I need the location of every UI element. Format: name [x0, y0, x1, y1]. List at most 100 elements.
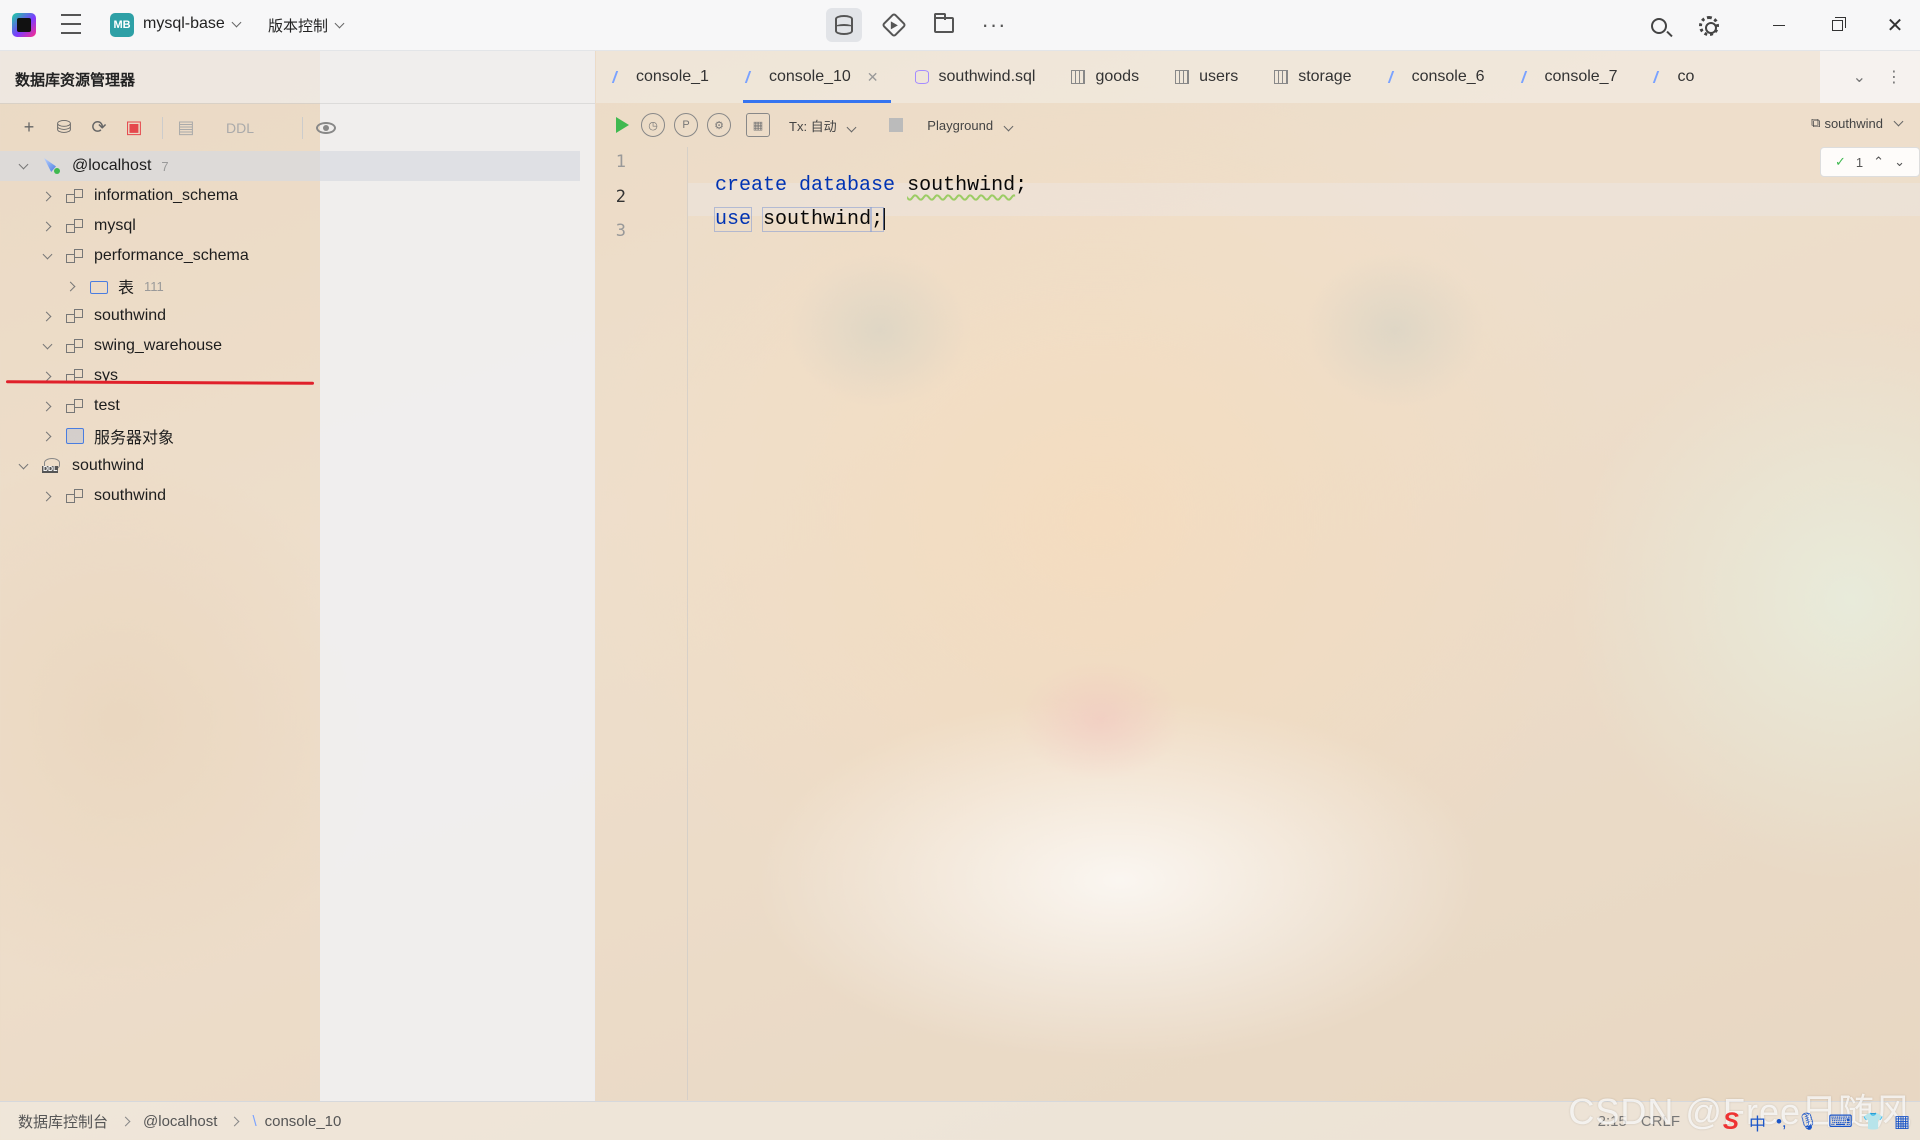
schema-selector[interactable]: ⧉ southwind [1811, 115, 1904, 131]
datasource-props-icon[interactable]: ⛁ [49, 113, 79, 143]
chevron-right-icon[interactable] [66, 281, 76, 291]
punctuation-icon[interactable]: •, [1776, 1112, 1787, 1132]
tree-node-label: southwind [94, 307, 167, 324]
chevron-right-icon[interactable] [42, 191, 52, 201]
tab-list-chevron-icon[interactable]: ⌄ [1853, 67, 1866, 87]
tab-users[interactable]: users [1161, 51, 1260, 103]
search-icon[interactable] [1634, 0, 1684, 51]
tree-node-localhost[interactable]: @localhost 7 [0, 151, 580, 181]
history-icon[interactable]: ◷ [641, 113, 665, 137]
schema-icon [66, 308, 84, 324]
keyboard-icon[interactable]: ⌨ [1828, 1112, 1853, 1132]
pin-icon[interactable]: P [674, 113, 698, 137]
inspection-widget[interactable]: ✓ 1 ⌃ ⌄ [1820, 147, 1920, 177]
folder-icon[interactable] [926, 8, 962, 42]
tree-node-southwind-ddl[interactable]: southwind [0, 451, 595, 481]
tab-console-1[interactable]: console_1 [596, 51, 731, 103]
chevron-right-icon[interactable] [42, 221, 52, 231]
chevron-right-icon[interactable] [42, 401, 52, 411]
next-highlight-icon[interactable]: ⌄ [1894, 154, 1905, 170]
skin-icon[interactable]: 👕 [1863, 1112, 1884, 1132]
tab-more-icon[interactable]: ⋮ [1886, 67, 1902, 87]
tab-label: users [1199, 68, 1239, 85]
previous-highlight-icon[interactable]: ⌃ [1873, 154, 1884, 170]
app-logo-icon[interactable] [12, 13, 36, 37]
chevron-down-icon[interactable] [42, 251, 52, 261]
main-menu-icon[interactable] [60, 14, 82, 34]
execute-icon[interactable] [616, 117, 629, 133]
microphone-icon[interactable]: 🎙 [1797, 1112, 1819, 1132]
close-icon[interactable]: ✕ [1870, 0, 1920, 51]
tree-node-sys[interactable]: sys [0, 361, 595, 391]
tab-console-6[interactable]: console_6 [1374, 51, 1507, 103]
chevron-down-icon[interactable] [18, 461, 28, 471]
tree-node-southwind-schema[interactable]: southwind [0, 481, 595, 511]
tx-mode-label: Tx: 自动 [789, 118, 837, 134]
tree-node-mysql[interactable]: mysql [0, 211, 595, 241]
breadcrumb-item[interactable]: 数据库控制台 [18, 1111, 108, 1132]
breadcrumb-item[interactable]: @localhost [143, 1113, 217, 1130]
results-table-icon[interactable]: ▦ [746, 113, 770, 137]
tx-mode-dropdown[interactable]: Tx: 自动 [789, 116, 857, 135]
stop-icon[interactable] [889, 118, 904, 132]
tree-node-label: test [94, 397, 120, 414]
breadcrumb-item[interactable]: console_10 [265, 1113, 342, 1130]
tree-node-server-objects[interactable]: 服务器对象 [0, 421, 595, 451]
refresh-icon[interactable]: ⟳ [84, 113, 114, 143]
chevron-down-icon [231, 17, 242, 27]
project-switcher[interactable]: mysql-base [143, 15, 242, 33]
ime-toolbar[interactable]: S 中 •, 🎙 ⌨ 👕 ▦ [1723, 1108, 1910, 1136]
schema-icon [66, 488, 84, 504]
tree-node-swing-warehouse[interactable]: swing_warehouse [0, 331, 595, 361]
table-icon [1175, 70, 1190, 84]
table-icon [1071, 70, 1086, 84]
chevron-down-icon[interactable] [18, 161, 28, 171]
tab-label: console_10 [768, 68, 851, 85]
tree-node-southwind[interactable]: southwind [0, 301, 595, 331]
tab-overflow[interactable]: co [1639, 51, 1716, 103]
identifier: southwind [762, 207, 873, 233]
console-icon[interactable]: ▤ [171, 113, 201, 143]
gear-icon[interactable] [1684, 0, 1734, 51]
panel-title: 数据库资源管理器 [15, 72, 136, 89]
project-badge[interactable]: MB [110, 13, 134, 37]
minimize-icon[interactable] [1754, 0, 1804, 51]
restore-icon[interactable] [1812, 0, 1862, 51]
view-options-icon[interactable] [311, 113, 341, 143]
tab-storage[interactable]: storage [1260, 51, 1373, 103]
run-config-icon[interactable] [876, 8, 912, 42]
center-toolbar: ··· [826, 8, 1026, 42]
add-icon[interactable]: + [14, 113, 44, 143]
close-tab-icon[interactable]: ✕ [867, 69, 879, 86]
schema-icon [66, 398, 84, 414]
tab-southwind-sql[interactable]: southwind.sql [901, 51, 1058, 103]
tab-console-7[interactable]: console_7 [1507, 51, 1640, 103]
console-icon [745, 70, 759, 84]
chevron-right-icon[interactable] [42, 311, 52, 321]
chevron-right-icon[interactable] [42, 491, 52, 501]
database-icon[interactable] [826, 8, 862, 42]
code-line-2[interactable]: use southwind; [691, 185, 886, 233]
ddl-button[interactable]: DDL [226, 120, 254, 136]
disconnect-icon[interactable]: ▣ [119, 113, 149, 143]
playground-dropdown[interactable]: Playground [927, 118, 1014, 133]
chevron-down-icon[interactable] [42, 341, 52, 351]
tree-node-performance-schema[interactable]: performance_schema [0, 241, 595, 271]
chevron-right-icon[interactable] [42, 431, 52, 441]
vcs-menu[interactable]: 版本控制 [268, 15, 345, 36]
more-icon[interactable]: ··· [976, 8, 1012, 42]
toolbox-icon[interactable]: ▦ [1894, 1112, 1910, 1132]
tree-node-label: 表 [118, 280, 135, 297]
editor-tabs: console_1 console_10 ✕ southwind.sql goo… [596, 51, 1920, 103]
tab-label: console_6 [1411, 68, 1485, 85]
tree-node-test[interactable]: test [0, 391, 595, 421]
tab-goods[interactable]: goods [1057, 51, 1161, 103]
settings-icon[interactable]: ⚙ [707, 113, 731, 137]
sql-file-icon [914, 70, 929, 84]
tab-actions: ⌄ ⋮ [1820, 51, 1920, 103]
tree-node-tables[interactable]: 表 111 [0, 271, 595, 301]
tree-node-information-schema[interactable]: information_schema [0, 181, 595, 211]
ime-mode[interactable]: 中 [1749, 1110, 1766, 1135]
tab-console-10[interactable]: console_10 ✕ [731, 51, 901, 103]
console-icon: \ [252, 1112, 257, 1130]
